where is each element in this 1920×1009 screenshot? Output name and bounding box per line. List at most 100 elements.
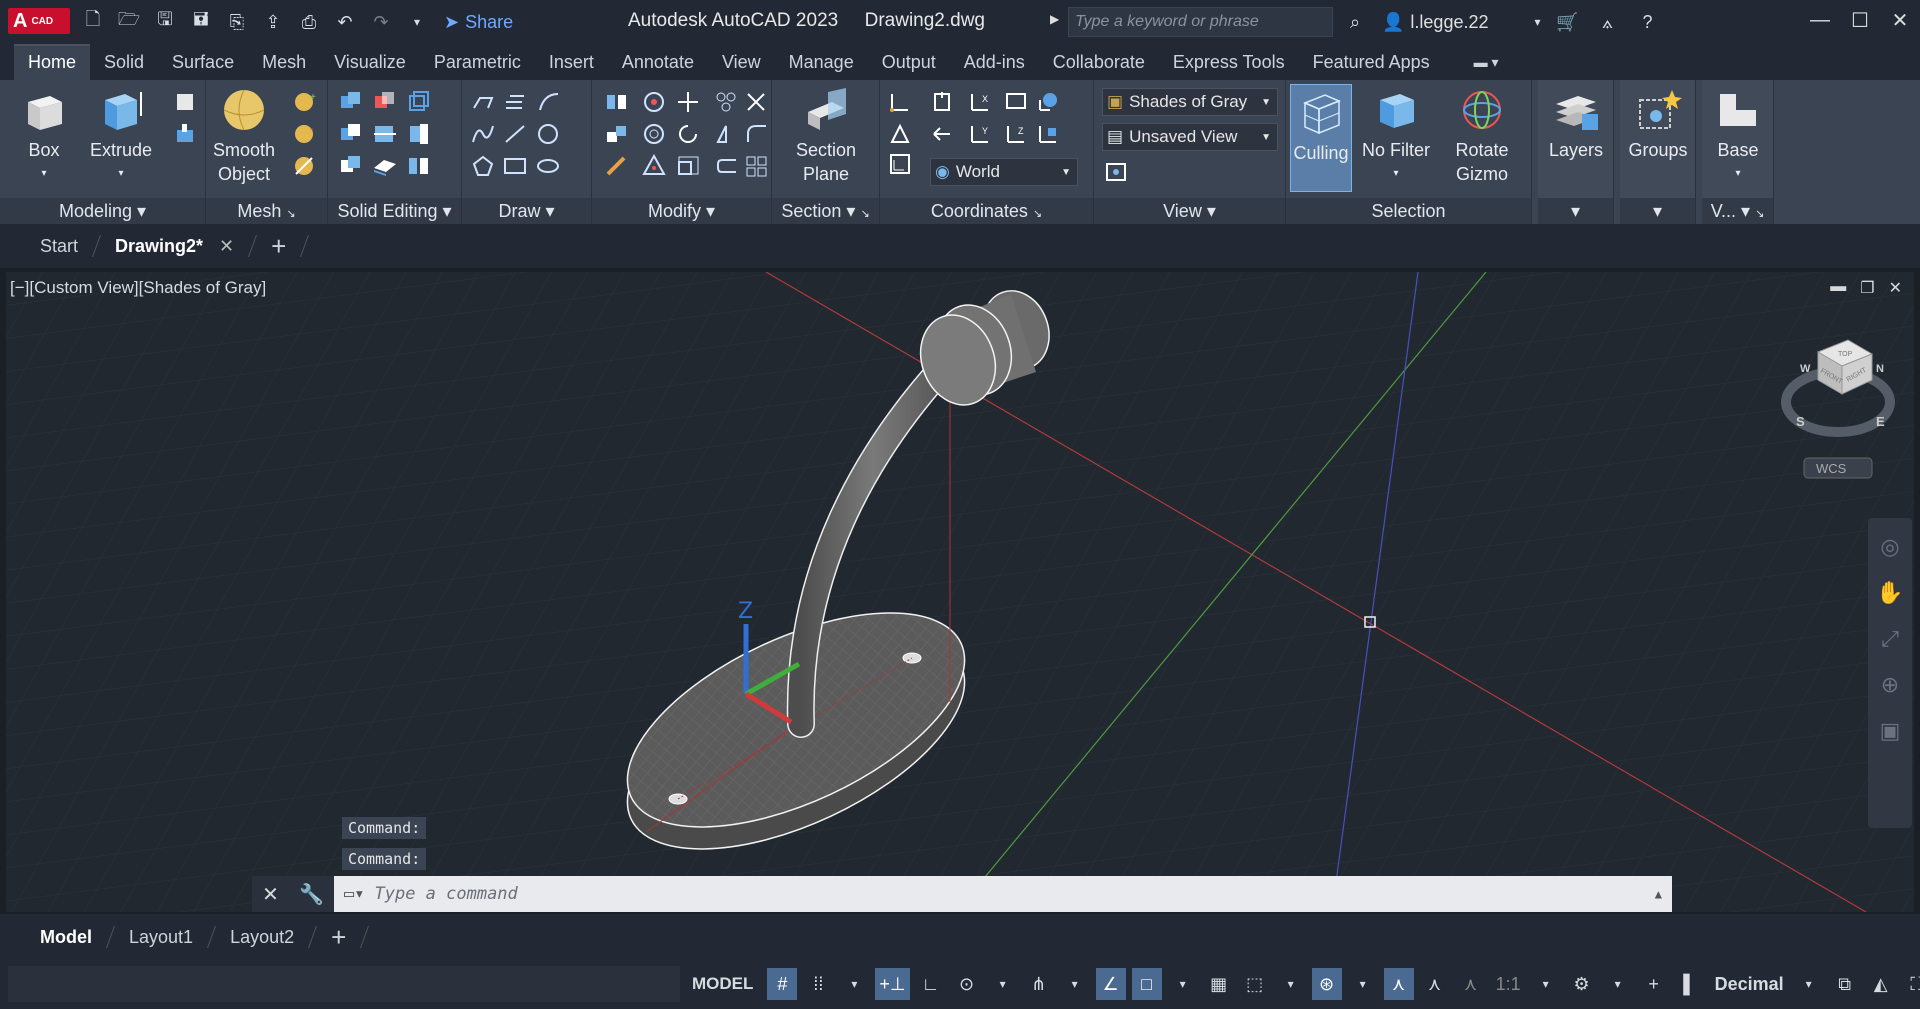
no-filter-button[interactable]: No Filter ▾ xyxy=(1358,86,1434,186)
ucs-view-icon[interactable] xyxy=(1004,90,1030,114)
chevron-down-icon[interactable]: ▾ xyxy=(1603,968,1633,1000)
polysolid-icon[interactable] xyxy=(172,122,198,146)
ucs-object-icon[interactable] xyxy=(1036,122,1062,146)
clean-screen-icon[interactable]: ⛶ xyxy=(1902,968,1920,1000)
steering-wheel-icon[interactable]: ◎ xyxy=(1880,534,1899,560)
help-icon[interactable]: ? xyxy=(1635,10,1661,34)
extrude-button[interactable]: Extrude ▾ xyxy=(86,86,156,186)
refine-mesh-icon[interactable] xyxy=(292,154,318,178)
chevron-down-icon[interactable]: ▾ xyxy=(1348,968,1378,1000)
panel-title-section[interactable]: Section ▾ ↘ xyxy=(772,198,879,224)
ucs-world-icon[interactable] xyxy=(1036,90,1062,114)
erase-icon[interactable] xyxy=(604,154,630,178)
tab-visualize[interactable]: Visualize xyxy=(320,46,420,80)
visual-style-dropdown[interactable]: ▣ Shades of Gray ▼ xyxy=(1102,88,1278,116)
ucs-y-icon[interactable]: Y xyxy=(968,122,994,146)
chevron-down-icon[interactable]: ▾ xyxy=(1794,968,1824,1000)
dynamic-input-icon[interactable]: +⊥ xyxy=(875,968,910,1000)
base-button[interactable]: Base ▾ xyxy=(1706,86,1770,186)
tab-add-ins[interactable]: Add-ins xyxy=(950,46,1039,80)
ucs-previous-icon[interactable] xyxy=(930,122,956,146)
app-logo[interactable]: A CAD xyxy=(8,8,70,34)
ucs-named-icon[interactable] xyxy=(888,152,914,176)
polar-tracking-icon[interactable]: ⊙ xyxy=(952,968,982,1000)
groups-button[interactable]: Groups xyxy=(1626,86,1690,162)
close-icon[interactable]: ✕ xyxy=(262,882,279,907)
presspull-icon[interactable] xyxy=(172,90,198,114)
named-view-dropdown[interactable]: ▤ Unsaved View ▼ xyxy=(1102,123,1278,151)
extract-edges-icon[interactable] xyxy=(406,90,432,114)
object-snap-icon[interactable]: □ xyxy=(1131,968,1162,1000)
snap-icon[interactable]: ⁞⁞ xyxy=(803,968,833,1000)
close-icon[interactable]: ✕ xyxy=(1880,0,1920,40)
rect-array-icon[interactable] xyxy=(744,154,770,178)
box-button[interactable]: Box ▾ xyxy=(12,86,76,186)
polygon-icon[interactable] xyxy=(470,154,496,178)
line-icon[interactable] xyxy=(502,122,528,146)
move-icon[interactable] xyxy=(676,90,702,114)
cart-icon[interactable]: 🛒 xyxy=(1555,10,1581,34)
ellipse-icon[interactable] xyxy=(536,154,562,178)
rotate-gizmo-button[interactable]: Rotate Gizmo xyxy=(1442,86,1522,186)
save-web-icon[interactable]: ⇪ xyxy=(260,10,286,34)
tab-view[interactable]: View xyxy=(708,46,775,80)
save-icon[interactable]: 🖫 xyxy=(152,9,178,34)
thicken-icon[interactable] xyxy=(372,154,398,178)
tab-manage[interactable]: Manage xyxy=(775,46,868,80)
new-file-icon[interactable]: 🗋 xyxy=(80,9,106,34)
chevron-down-icon[interactable]: ▾ xyxy=(1276,968,1306,1000)
command-input[interactable]: ▭▾ Type a command ▲ xyxy=(334,876,1672,912)
polyline-icon[interactable] xyxy=(470,90,496,114)
tab-parametric[interactable]: Parametric xyxy=(420,46,535,80)
chevron-down-icon[interactable]: ▾ xyxy=(988,968,1018,1000)
viewport-controls-label[interactable]: [−][Custom View][Shades of Gray] xyxy=(10,278,266,298)
add-icon[interactable]: + xyxy=(1639,968,1669,1000)
tab-layout2[interactable]: Layout2 xyxy=(212,927,312,948)
tab-insert[interactable]: Insert xyxy=(535,46,608,80)
save-as-icon[interactable]: 🖬 xyxy=(188,9,214,34)
fillet-edge-icon[interactable] xyxy=(406,122,432,146)
grid-icon[interactable]: # xyxy=(767,968,798,1000)
gear-icon[interactable]: ⚙ xyxy=(1567,968,1597,1000)
3d-rotate-icon[interactable] xyxy=(642,90,668,114)
restore-icon[interactable]: ❐ xyxy=(1860,278,1874,298)
chevron-up-icon[interactable]: ▲ xyxy=(1655,887,1662,901)
quick-properties-icon[interactable]: ⧉ xyxy=(1830,968,1860,1000)
annotation-scale-value[interactable]: 1:1 xyxy=(1492,968,1525,1000)
tab-featured-apps[interactable]: Featured Apps xyxy=(1299,46,1444,80)
tab-solid[interactable]: Solid xyxy=(90,46,158,80)
panel-title-coordinates[interactable]: Coordinates ↘ xyxy=(880,198,1093,224)
ucs-3point-icon[interactable] xyxy=(888,122,914,146)
new-tab-icon[interactable]: + xyxy=(253,231,304,262)
3d-align-icon[interactable] xyxy=(604,122,630,146)
ucs-icon[interactable] xyxy=(888,90,914,114)
spline-icon[interactable] xyxy=(470,122,496,146)
tab-express-tools[interactable]: Express Tools xyxy=(1159,46,1299,80)
orbit-icon[interactable]: ⊕ xyxy=(1881,672,1899,698)
search-icon[interactable]: ⌕ xyxy=(1342,10,1368,34)
auto-scale-icon[interactable]: ⋏ xyxy=(1420,968,1450,1000)
wcs-label[interactable]: WCS xyxy=(1816,461,1847,476)
trim-icon[interactable] xyxy=(744,90,770,114)
open-folder-icon[interactable]: 🗁 xyxy=(116,9,142,34)
minimize-icon[interactable]: ▬ xyxy=(1830,278,1846,298)
wrench-icon[interactable]: 🔧 xyxy=(299,882,324,907)
annotation-visibility-icon[interactable]: ⋏ xyxy=(1383,968,1414,1000)
section-plane-button[interactable]: Section Plane xyxy=(786,86,866,186)
close-icon[interactable]: ✕ xyxy=(1889,278,1902,298)
tab-start[interactable]: Start xyxy=(22,236,96,257)
close-tab-icon[interactable]: ✕ xyxy=(219,236,234,257)
new-layout-icon[interactable]: + xyxy=(313,922,364,953)
tab-layout1[interactable]: Layout1 xyxy=(111,927,211,948)
zoom-extents-icon[interactable]: ⤢ xyxy=(1881,626,1899,652)
offset-icon[interactable] xyxy=(714,154,740,178)
circle-icon[interactable] xyxy=(536,122,562,146)
3d-object-snap-icon[interactable]: ▦ xyxy=(1204,968,1234,1000)
chevron-down-icon[interactable]: ▾ xyxy=(1531,968,1561,1000)
smooth-object-button[interactable]: Smooth Object xyxy=(212,86,276,186)
undo-icon[interactable]: ↶ xyxy=(332,10,358,34)
tab-mesh[interactable]: Mesh xyxy=(248,46,320,80)
drawing-canvas[interactable]: Z TOP FRONT RIGHT S E W N WCS xyxy=(6,272,1914,912)
share-button[interactable]: ➤ Share xyxy=(444,12,513,33)
maximize-icon[interactable]: ☐ xyxy=(1840,0,1880,40)
